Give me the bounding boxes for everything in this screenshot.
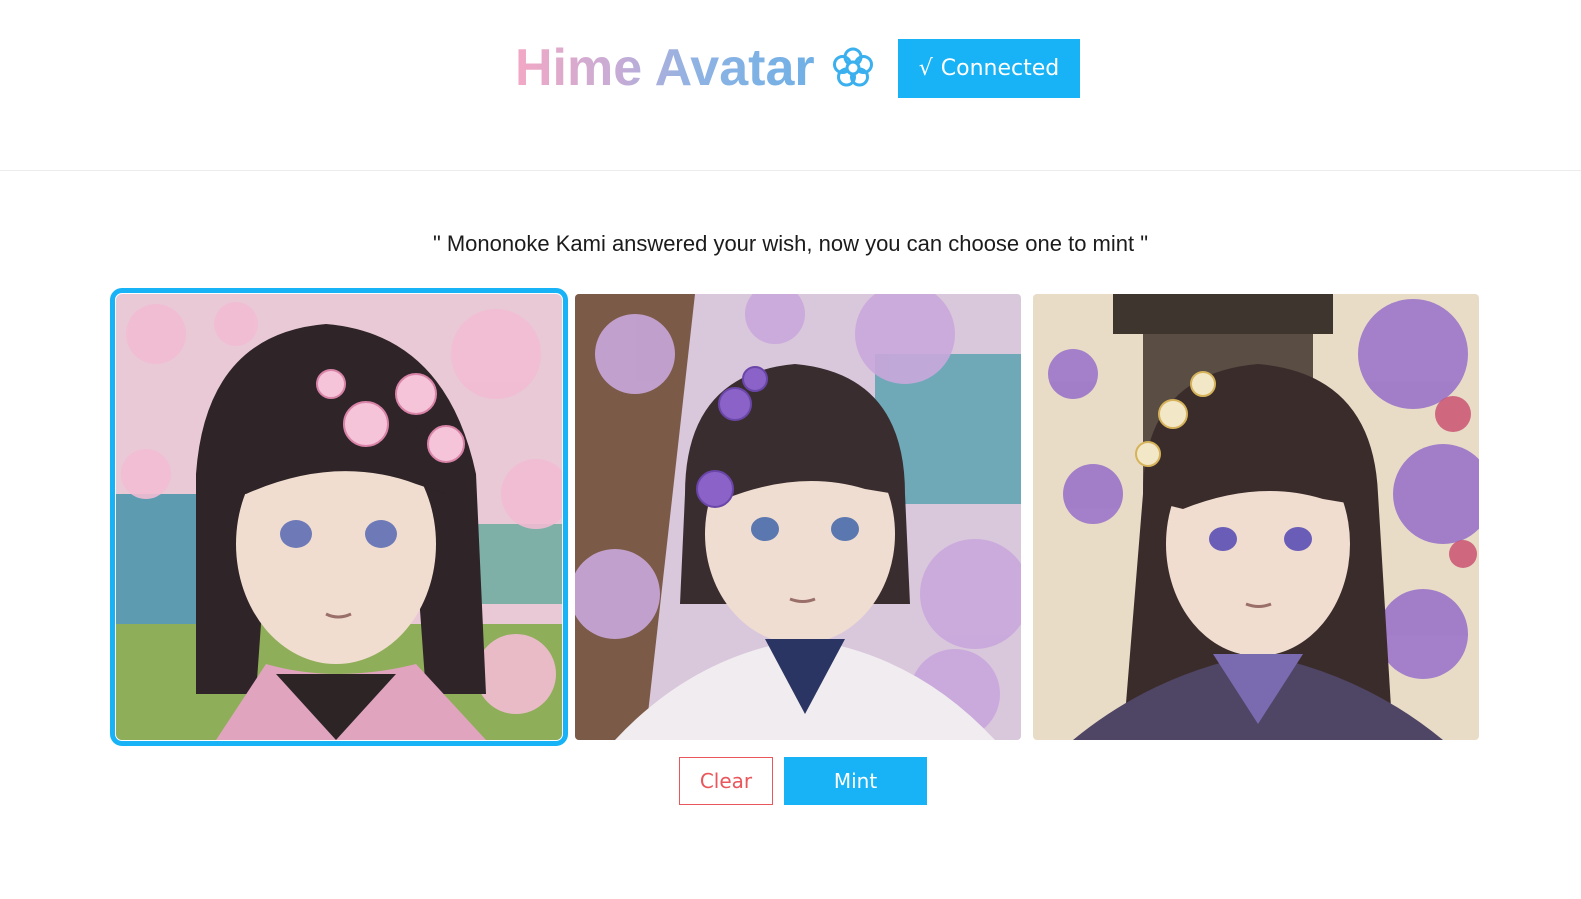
avatar-image-3: [1033, 294, 1479, 740]
app-header: Hime Avatar √ Connected: [0, 0, 1581, 171]
connected-label: Connected: [940, 56, 1060, 81]
check-icon: √: [918, 56, 933, 81]
avatar-option-2[interactable]: [575, 294, 1021, 740]
avatar-image-1: [116, 294, 562, 740]
clear-button[interactable]: Clear: [679, 757, 773, 805]
mint-button[interactable]: Mint: [784, 757, 927, 805]
avatar-option-1[interactable]: [110, 288, 568, 746]
connected-button[interactable]: √ Connected: [898, 39, 1080, 98]
result-message: " Mononoke Kami answered your wish, now …: [432, 231, 1149, 256]
flower-icon: [831, 46, 875, 90]
app-title: Hime Avatar: [515, 36, 815, 100]
brand: Hime Avatar: [515, 36, 875, 100]
avatar-image-2: [575, 294, 1021, 740]
avatar-option-3[interactable]: [1033, 294, 1479, 740]
